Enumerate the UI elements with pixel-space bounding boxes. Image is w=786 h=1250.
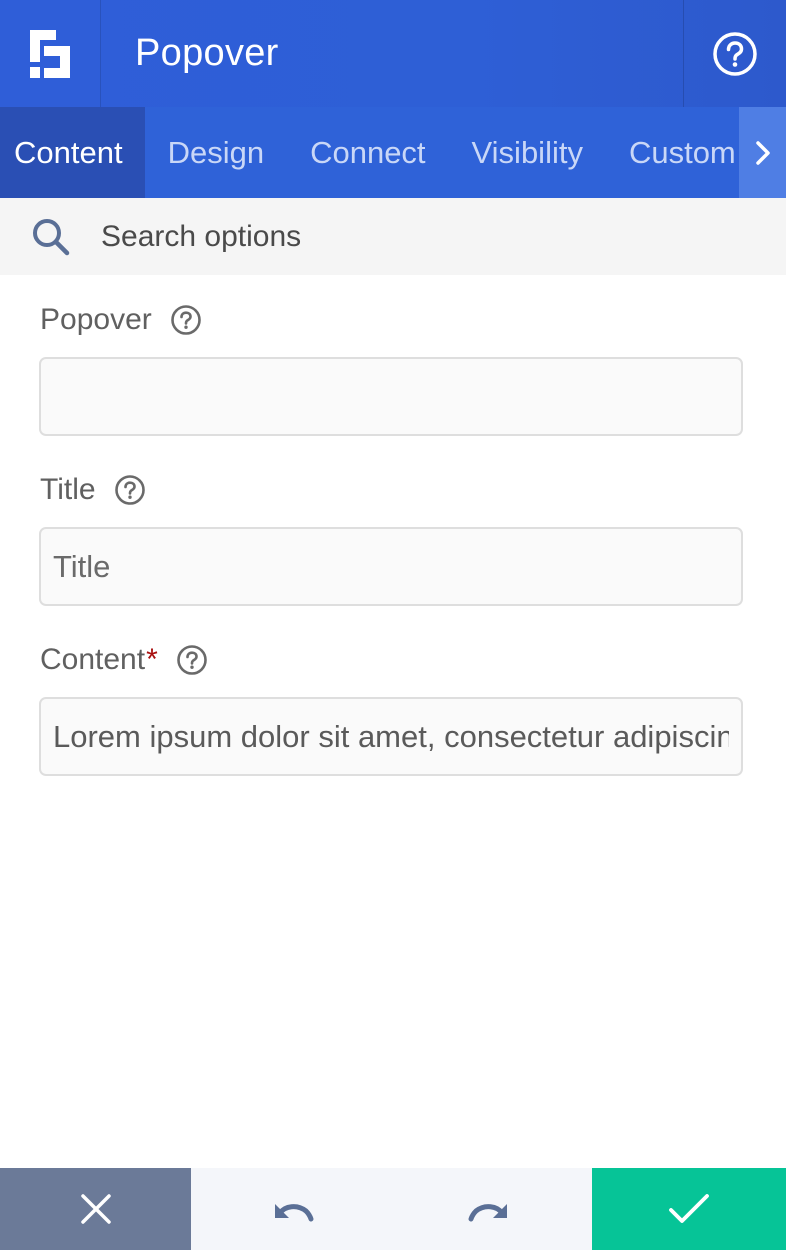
search-bar — [0, 198, 786, 275]
popover-help-icon[interactable] — [170, 304, 202, 336]
tab-connect[interactable]: Connect — [287, 107, 448, 198]
search-icon-wrap — [0, 216, 101, 258]
title-help-icon[interactable] — [114, 474, 146, 506]
close-icon — [80, 1194, 111, 1224]
required-mark: * — [146, 643, 158, 676]
question-circle-icon — [114, 475, 145, 505]
popover-label-text: Popover — [40, 303, 152, 336]
chevron-right-icon — [755, 140, 770, 165]
search-icon — [32, 218, 69, 255]
content-help-icon[interactable] — [176, 644, 208, 676]
title-field-label: Title — [40, 473, 146, 507]
redo-icon — [468, 1204, 507, 1222]
content-field-label: Content * — [40, 643, 208, 677]
tab-custom[interactable]: Custom — [606, 107, 759, 198]
undo-icon — [275, 1204, 314, 1222]
checkmark-icon — [669, 1194, 709, 1223]
tab-design[interactable]: Design — [145, 107, 288, 198]
question-circle-icon — [170, 305, 201, 335]
popover-field-label: Popover — [40, 303, 202, 337]
undo-button[interactable] — [191, 1168, 391, 1250]
question-circle-icon — [713, 31, 757, 76]
tab-content[interactable]: Content — [0, 107, 145, 198]
logo[interactable] — [0, 0, 101, 107]
tab-visibility[interactable]: Visibility — [449, 107, 606, 198]
search-input[interactable] — [101, 219, 786, 254]
content-label-text: Content — [40, 643, 146, 676]
content-input[interactable] — [39, 697, 743, 776]
tab-bar: Content Design Connect Visibility Custom — [0, 107, 786, 198]
panel-title: Popover — [135, 32, 279, 74]
question-circle-icon — [176, 645, 207, 675]
tabs-scroll-right-button[interactable] — [739, 107, 786, 198]
help-button[interactable] — [683, 0, 786, 107]
history-controls — [191, 1168, 592, 1250]
title-label-text: Title — [40, 473, 96, 506]
save-button[interactable] — [592, 1168, 786, 1250]
redo-button[interactable] — [391, 1168, 591, 1250]
footer-action-bar — [0, 1168, 786, 1250]
builder-logo-icon — [30, 29, 70, 78]
popover-input[interactable] — [39, 357, 743, 436]
close-button[interactable] — [0, 1168, 191, 1250]
title-input[interactable] — [39, 527, 743, 606]
header-bar: Popover — [0, 0, 786, 107]
